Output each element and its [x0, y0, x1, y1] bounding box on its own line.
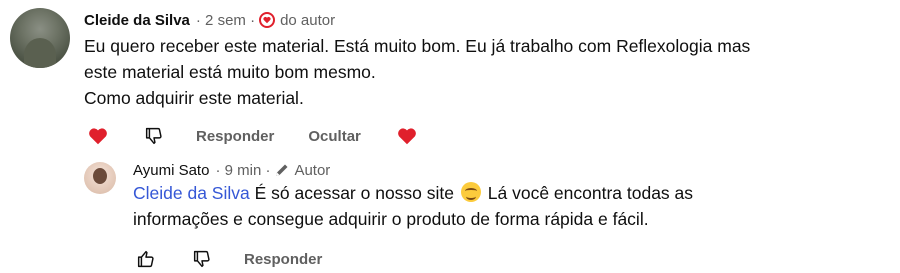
thumbs-down-icon — [193, 250, 210, 268]
comment-author[interactable]: Cleide da Silva — [84, 12, 190, 29]
thumbs-up-icon — [137, 250, 154, 268]
comment-line: Como adquirir este material. — [84, 88, 304, 108]
comment-text: Eu quero receber este material. Está mui… — [84, 33, 894, 111]
dislike-button[interactable] — [188, 245, 216, 273]
avatar[interactable] — [84, 162, 116, 194]
creator-heart-button[interactable] — [393, 122, 421, 150]
avatar[interactable] — [10, 8, 70, 68]
comment-timestamp[interactable]: · 2 sem · — [196, 12, 255, 29]
like-button[interactable] — [132, 245, 160, 273]
thumbs-down-icon — [145, 127, 162, 145]
heart-badge-icon — [259, 12, 276, 28]
creator-heart-label: do autor — [280, 11, 336, 29]
heart-icon — [398, 128, 416, 145]
comment-text: Cleide da Silva É só acessar o nosso sit… — [133, 180, 873, 232]
smiling-face-emoji-icon — [460, 182, 481, 202]
comment-line: informações e consegue adquirir o produt… — [133, 209, 649, 229]
reply-button[interactable]: Responder — [244, 251, 322, 268]
reply-button[interactable]: Responder — [196, 128, 274, 145]
comment-actions: Responder Ocultar — [84, 122, 421, 150]
comment-line: este material está muito bom mesmo. — [84, 62, 376, 82]
comment-timestamp[interactable]: · 9 min · — [215, 162, 270, 179]
comment-author[interactable]: Ayumi Sato — [133, 162, 209, 179]
mention-link[interactable]: Cleide da Silva — [133, 183, 250, 203]
heart-icon — [89, 128, 107, 145]
comment-line: Eu quero receber este material. Está mui… — [84, 36, 751, 56]
comment-actions: Responder — [132, 245, 322, 273]
comment-header: Ayumi Sato · 9 min · Autor — [133, 160, 330, 180]
like-heart-button[interactable] — [84, 122, 112, 150]
comment-text-segment: Lá você encontra todas as — [482, 183, 694, 203]
comment-line: Cleide da Silva É só acessar o nosso sit… — [133, 180, 873, 206]
hide-button[interactable]: Ocultar — [308, 128, 361, 145]
comment-text-segment: É só acessar o nosso site — [249, 183, 455, 203]
comment-header: Cleide da Silva · 2 sem · do autor — [84, 10, 335, 30]
author-badge-label: Autor — [294, 161, 331, 179]
pencil-icon — [274, 162, 290, 178]
dislike-button[interactable] — [140, 122, 168, 150]
